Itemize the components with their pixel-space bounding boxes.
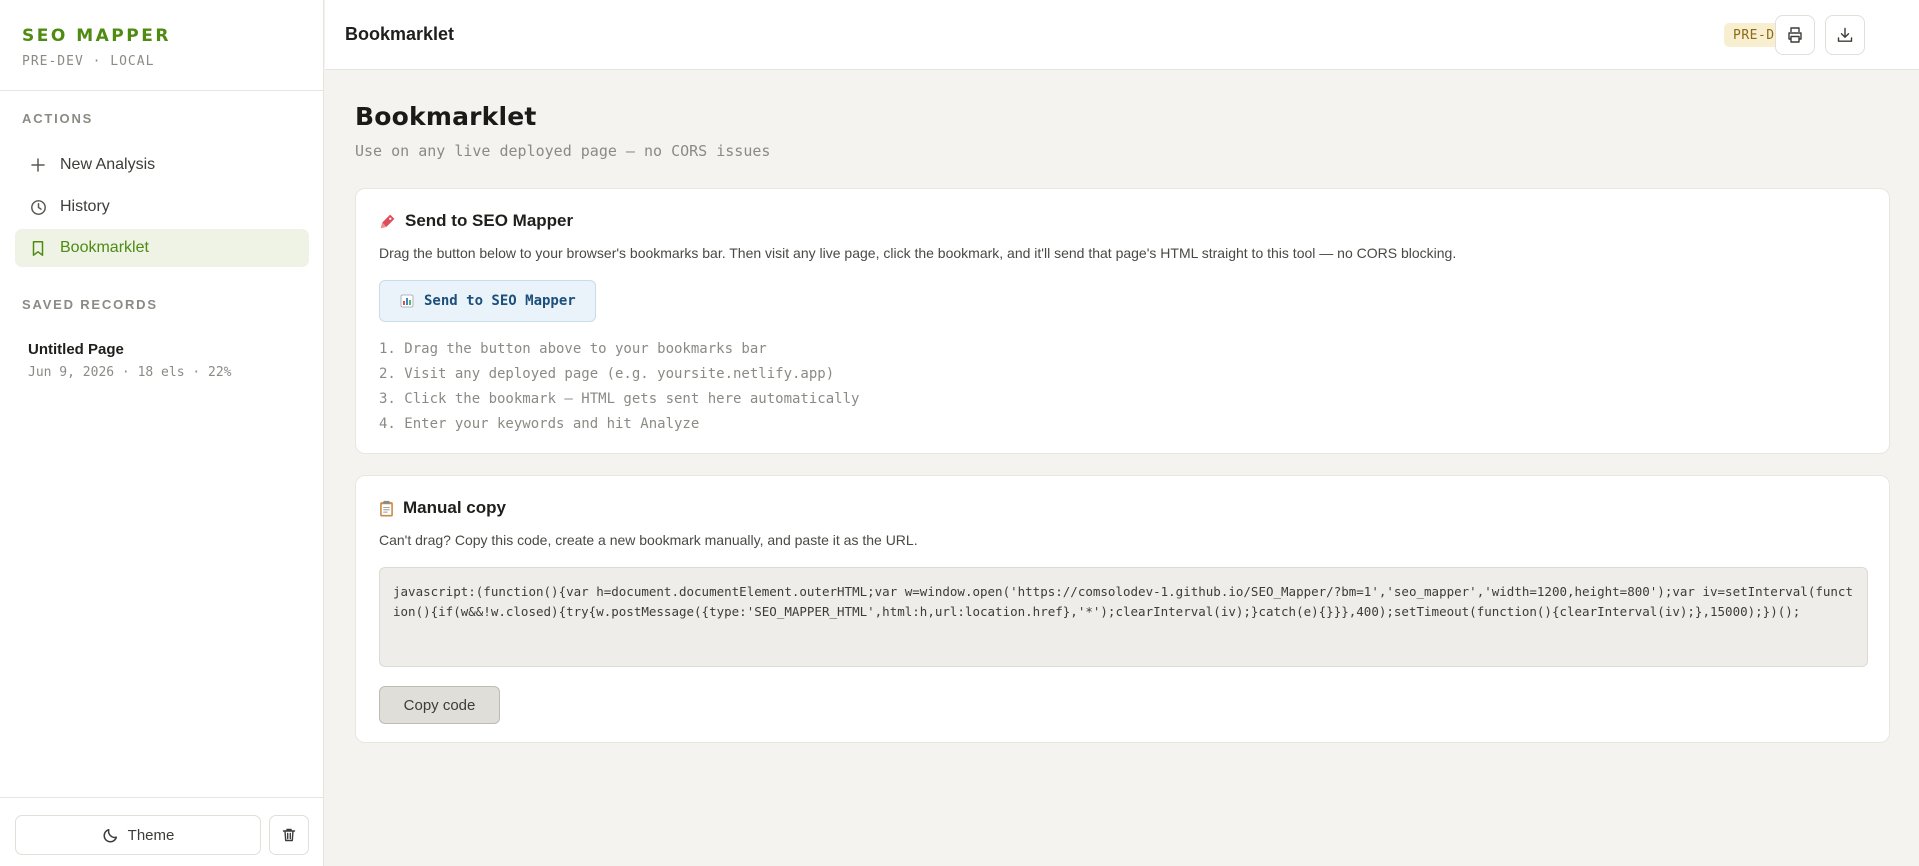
header-title: Bookmarklet bbox=[345, 24, 455, 44]
list-item: 3. Click the bookmark — HTML gets sent h… bbox=[379, 391, 860, 407]
bookmarklet-button-label: Send to SEO Mapper bbox=[424, 293, 576, 309]
clipboard-icon bbox=[379, 500, 394, 517]
instruction-steps: 1. Drag the button above to your bookmar… bbox=[379, 337, 859, 437]
sidebar-item-new-analysis[interactable]: New Analysis bbox=[15, 146, 309, 184]
saved-record-item[interactable]: Untitled Page Jun 9, 2026 · 18 els · 22% bbox=[28, 341, 232, 380]
clock-icon bbox=[29, 198, 47, 216]
bookmark-icon bbox=[29, 239, 47, 257]
card-title-text: Send to SEO Mapper bbox=[405, 211, 574, 230]
card-title: Manual copy bbox=[379, 498, 506, 518]
card-description: Drag the button below to your browser's … bbox=[379, 245, 1457, 261]
sidebar-item-label: History bbox=[60, 198, 110, 215]
sidebar-item-history[interactable]: History bbox=[15, 188, 309, 226]
card-title: Send to SEO Mapper bbox=[379, 211, 573, 231]
card-description: Can't drag? Copy this code, create a new… bbox=[379, 532, 918, 548]
brand-title: SEO MAPPER bbox=[22, 26, 171, 46]
brand: SEO MAPPER PRE-DEV · LOCAL bbox=[22, 26, 171, 69]
bookmarklet-drag-button[interactable]: Send to SEO Mapper bbox=[379, 280, 596, 322]
sidebar-item-bookmarklet[interactable]: Bookmarklet bbox=[15, 229, 309, 267]
record-meta: Jun 9, 2026 · 18 els · 22% bbox=[28, 365, 232, 380]
bookmarklet-code-block[interactable]: javascript:(function(){var h=document.do… bbox=[379, 567, 1868, 667]
divider bbox=[0, 90, 323, 91]
sidebar-item-label: New Analysis bbox=[60, 156, 156, 173]
list-item: 4. Enter your keywords and hit Analyze bbox=[379, 416, 700, 432]
clear-records-button[interactable] bbox=[269, 815, 309, 855]
manual-copy-card: Manual copy Can't drag? Copy this code, … bbox=[355, 475, 1890, 743]
page-title: Bookmarklet bbox=[355, 102, 537, 131]
page-subtitle: Use on any live deployed page — no CORS … bbox=[355, 142, 771, 160]
sidebar-item-label: Bookmarklet bbox=[60, 239, 149, 256]
moon-icon bbox=[102, 827, 119, 844]
copy-code-button[interactable]: Copy code bbox=[379, 686, 500, 724]
actions-section-label: ACTIONS bbox=[22, 111, 94, 126]
theme-toggle-button[interactable]: Theme bbox=[15, 815, 261, 855]
print-button[interactable] bbox=[1775, 15, 1815, 55]
bookmark-tag-icon bbox=[379, 213, 396, 230]
brand-subtitle: PRE-DEV · LOCAL bbox=[22, 54, 155, 69]
download-icon bbox=[1836, 26, 1854, 44]
card-title-text: Manual copy bbox=[403, 498, 506, 517]
theme-button-label: Theme bbox=[127, 826, 175, 844]
plus-icon bbox=[29, 156, 47, 174]
top-bar: Bookmarklet PRE-DEV bbox=[325, 0, 1919, 70]
list-item: 2. Visit any deployed page (e.g. yoursit… bbox=[379, 366, 835, 382]
download-button[interactable] bbox=[1825, 15, 1865, 55]
bar-chart-icon bbox=[400, 294, 414, 308]
divider bbox=[0, 797, 323, 798]
trash-icon bbox=[281, 827, 297, 843]
printer-icon bbox=[1786, 26, 1804, 44]
saved-records-section-label: SAVED RECORDS bbox=[22, 297, 158, 312]
record-title: Untitled Page bbox=[28, 341, 124, 358]
send-to-seo-mapper-card: Send to SEO Mapper Drag the button below… bbox=[355, 188, 1890, 454]
list-item: 1. Drag the button above to your bookmar… bbox=[379, 341, 767, 357]
sidebar: SEO MAPPER PRE-DEV · LOCAL ACTIONS New A… bbox=[0, 0, 324, 866]
